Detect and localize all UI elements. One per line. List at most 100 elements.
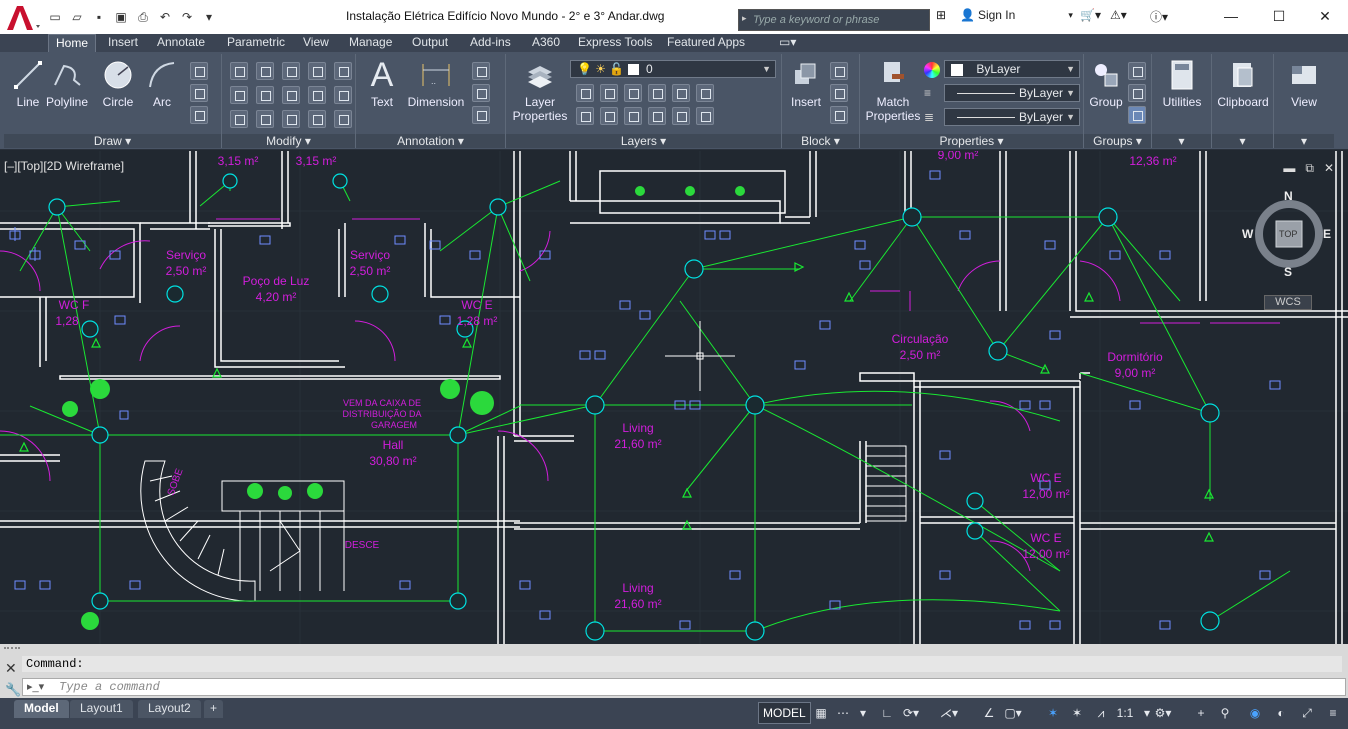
snap-icon[interactable]: ⋯ <box>832 702 854 724</box>
undo-icon[interactable]: ↶ <box>156 8 174 26</box>
rotate-icon[interactable] <box>256 62 274 80</box>
customization-menu-icon[interactable]: ≡ <box>1322 702 1344 724</box>
edit-icon[interactable] <box>334 62 352 80</box>
align-icon[interactable] <box>308 110 326 128</box>
hatch-icon[interactable] <box>190 84 208 102</box>
auto-scale-icon[interactable]: ✶ <box>1066 702 1088 724</box>
layer-off-icon[interactable] <box>576 84 594 102</box>
object-snap-tracking-icon[interactable]: ∠ <box>978 702 1000 724</box>
rectangle-icon[interactable] <box>190 62 208 80</box>
properties-panel-title[interactable]: Properties ▾ <box>860 134 1083 148</box>
layer-isolate-icon[interactable] <box>600 84 618 102</box>
workspace-gear-icon[interactable]: ⚙▾ <box>1152 702 1174 724</box>
linetype-dropdown[interactable]: ByLayer ▼ <box>944 84 1080 102</box>
color-dropdown[interactable]: ByLayer ▼ <box>944 60 1080 78</box>
explode-icon[interactable] <box>308 86 326 104</box>
erase-icon[interactable] <box>308 62 326 80</box>
scale-icon[interactable] <box>256 110 274 128</box>
qat-dropdown-icon[interactable]: ▾ <box>200 8 218 26</box>
layers-panel-title[interactable]: Layers ▾ <box>506 134 781 148</box>
stretch-icon[interactable] <box>230 110 248 128</box>
model-space-button[interactable]: MODEL <box>758 702 811 724</box>
tab-layout2[interactable]: Layout2 <box>138 700 201 718</box>
drawing-viewport[interactable]: 3,15 m² 3,15 m² 9,00 m² 12,36 m² Serviço… <box>0 151 1348 644</box>
viewcube[interactable]: N S E W TOP <box>1242 189 1336 281</box>
tab-insert[interactable]: Insert <box>101 34 145 52</box>
tab-express-tools[interactable]: Express Tools <box>571 34 659 52</box>
lineweight-dropdown[interactable]: ByLayer ▼ <box>944 108 1080 126</box>
plot-icon[interactable]: ⎙ <box>134 8 152 26</box>
annotation-scale-value[interactable]: 1:1 <box>1114 702 1136 724</box>
viewport-controls-label[interactable]: [–][Top][2D Wireframe] <box>4 159 124 173</box>
isodraft-icon[interactable]: ⋌▾ <box>938 702 960 724</box>
redo-icon[interactable]: ↷ <box>178 8 196 26</box>
clipboard-panel[interactable]: Clipboard ▾ <box>1212 54 1274 148</box>
command-prompt-icon[interactable]: ▸_▾ <box>27 680 44 693</box>
new-icon[interactable]: ▭ <box>46 8 64 26</box>
attribute-icon[interactable] <box>830 106 848 124</box>
layer-make-current-icon[interactable] <box>696 84 714 102</box>
layer-walk-icon[interactable] <box>672 107 690 125</box>
annotation-panel-title[interactable]: Annotation ▾ <box>356 134 505 148</box>
compass-west[interactable]: W <box>1242 227 1253 241</box>
group-button[interactable]: Group <box>1086 58 1126 109</box>
clean-screen-icon[interactable]: ◐ <box>1270 702 1292 724</box>
tab-featured-apps[interactable]: Featured Apps <box>660 34 752 52</box>
modify-panel-title[interactable]: Modify ▾ <box>222 134 355 148</box>
binoculars-icon[interactable]: ⊞ <box>936 8 946 22</box>
edit-block-icon[interactable] <box>830 84 848 102</box>
linear-dim-icon[interactable] <box>472 62 490 80</box>
group-select-icon[interactable] <box>1128 106 1146 124</box>
command-close-icon[interactable]: ✕ <box>5 660 17 677</box>
sign-in-button[interactable]: 👤 Sign In ▾ <box>960 8 1073 22</box>
move-icon[interactable] <box>230 62 248 80</box>
grip-handle-icon[interactable] <box>4 647 20 653</box>
layer-properties-button[interactable]: Layer Properties <box>510 58 570 123</box>
ungroup-icon[interactable] <box>1128 62 1146 80</box>
group-edit-icon[interactable] <box>1128 84 1146 102</box>
join-icon[interactable] <box>334 110 352 128</box>
expand-icon[interactable]: ▸ <box>742 13 747 24</box>
tab-output[interactable]: Output <box>405 34 455 52</box>
fillet-icon[interactable] <box>282 86 300 104</box>
compass-east[interactable]: E <box>1323 227 1331 241</box>
tab-a360[interactable]: A360 <box>525 34 567 52</box>
layer-unlock-icon[interactable] <box>648 107 666 125</box>
fullscreen-icon[interactable]: ⤢ <box>1296 702 1318 724</box>
tab-view[interactable]: View <box>296 34 336 52</box>
search-input[interactable] <box>753 12 925 28</box>
hardware-acceleration-icon[interactable]: ◉ <box>1244 702 1266 724</box>
mirror-icon[interactable] <box>256 86 274 104</box>
isolate-objects-icon[interactable]: ⚲ <box>1214 702 1236 724</box>
cart-icon[interactable]: 🛒▾ <box>1080 8 1101 22</box>
layer-state-icon[interactable] <box>672 84 690 102</box>
viewport-minimize-icon[interactable]: ▬ <box>1283 161 1295 176</box>
clipboard-footer-icon[interactable]: ▾ <box>1212 134 1273 148</box>
layer-freeze-icon[interactable] <box>624 84 642 102</box>
snap-dropdown-icon[interactable]: ▾ <box>852 702 874 724</box>
annotation-scale-icon[interactable]: ⩘ <box>1090 702 1112 724</box>
layer-dropdown[interactable]: 💡 ☀ 🔓 0 ▼ <box>570 60 776 78</box>
view-button[interactable]: View <box>1276 58 1332 109</box>
save-as-icon[interactable]: ▣ <box>112 8 130 26</box>
plus-icon[interactable]: + <box>1190 702 1212 724</box>
application-menu-button[interactable] <box>2 3 40 33</box>
object-snap-icon[interactable]: ▢▾ <box>1002 702 1024 724</box>
line-button[interactable]: Line <box>8 58 48 109</box>
layer-lock-icon[interactable] <box>648 84 666 102</box>
groups-panel-title[interactable]: Groups ▾ <box>1084 134 1151 148</box>
view-footer-icon[interactable]: ▾ <box>1274 134 1334 148</box>
arc-button[interactable]: Arc <box>144 58 180 109</box>
layer-thaw-icon[interactable] <box>624 107 642 125</box>
help-icon[interactable]: ⓘ▾ <box>1150 8 1168 25</box>
match-properties-button[interactable]: Match Properties <box>862 58 924 123</box>
exchange-icon[interactable]: ⚠▾ <box>1110 8 1127 22</box>
text-button[interactable]: A Text <box>362 58 402 109</box>
ribbon-options-icon[interactable]: ▭▾ <box>772 34 803 52</box>
wcs-menu-button[interactable]: WCS <box>1264 295 1312 310</box>
draw-panel-title[interactable]: Draw ▾ <box>4 134 221 148</box>
open-icon[interactable]: ▱ <box>68 8 86 26</box>
array-icon[interactable] <box>282 110 300 128</box>
layer-merge-icon[interactable] <box>696 107 714 125</box>
viewcube-top-face[interactable]: TOP <box>1279 229 1297 239</box>
